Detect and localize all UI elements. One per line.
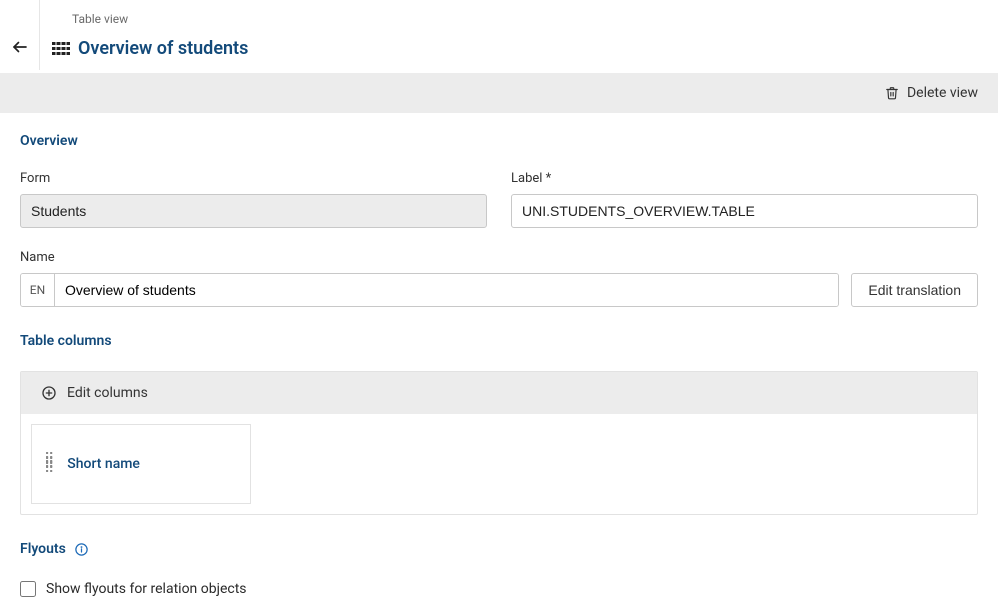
back-button[interactable] (11, 38, 29, 56)
edit-columns-label: Edit columns (67, 385, 148, 401)
delete-view-button[interactable]: Delete view (885, 85, 978, 101)
flyouts-checkbox-row[interactable]: Show flyouts for relation objects (20, 581, 978, 597)
form-input (20, 194, 487, 228)
plus-circle-icon (41, 385, 57, 401)
breadcrumb: Table view (48, 0, 998, 26)
flyouts-checkbox-label: Show flyouts for relation objects (46, 581, 247, 597)
trash-icon (885, 85, 899, 101)
overview-heading: Overview (20, 133, 978, 149)
name-field-label: Name (20, 250, 978, 265)
table-view-icon (52, 41, 70, 57)
lang-badge: EN (21, 274, 55, 306)
column-card[interactable]: ⠿⠿⠿ Short name (31, 424, 251, 504)
page-title: Overview of students (78, 38, 248, 59)
delete-view-label: Delete view (907, 85, 978, 101)
info-icon[interactable] (74, 542, 89, 557)
flyouts-heading: Flyouts (20, 541, 66, 557)
label-input[interactable] (511, 194, 978, 228)
table-columns-heading: Table columns (20, 333, 978, 349)
flyouts-checkbox[interactable] (20, 581, 36, 597)
form-field-label: Form (20, 171, 487, 186)
edit-columns-button[interactable]: Edit columns (21, 372, 977, 414)
arrow-left-icon (11, 38, 29, 56)
edit-translation-button[interactable]: Edit translation (851, 273, 978, 307)
drag-handle-icon[interactable]: ⠿⠿⠿ (44, 457, 55, 472)
toolbar: Delete view (0, 73, 998, 113)
label-field-label: Label (511, 171, 978, 186)
name-input[interactable] (55, 274, 838, 306)
column-name: Short name (67, 456, 140, 472)
